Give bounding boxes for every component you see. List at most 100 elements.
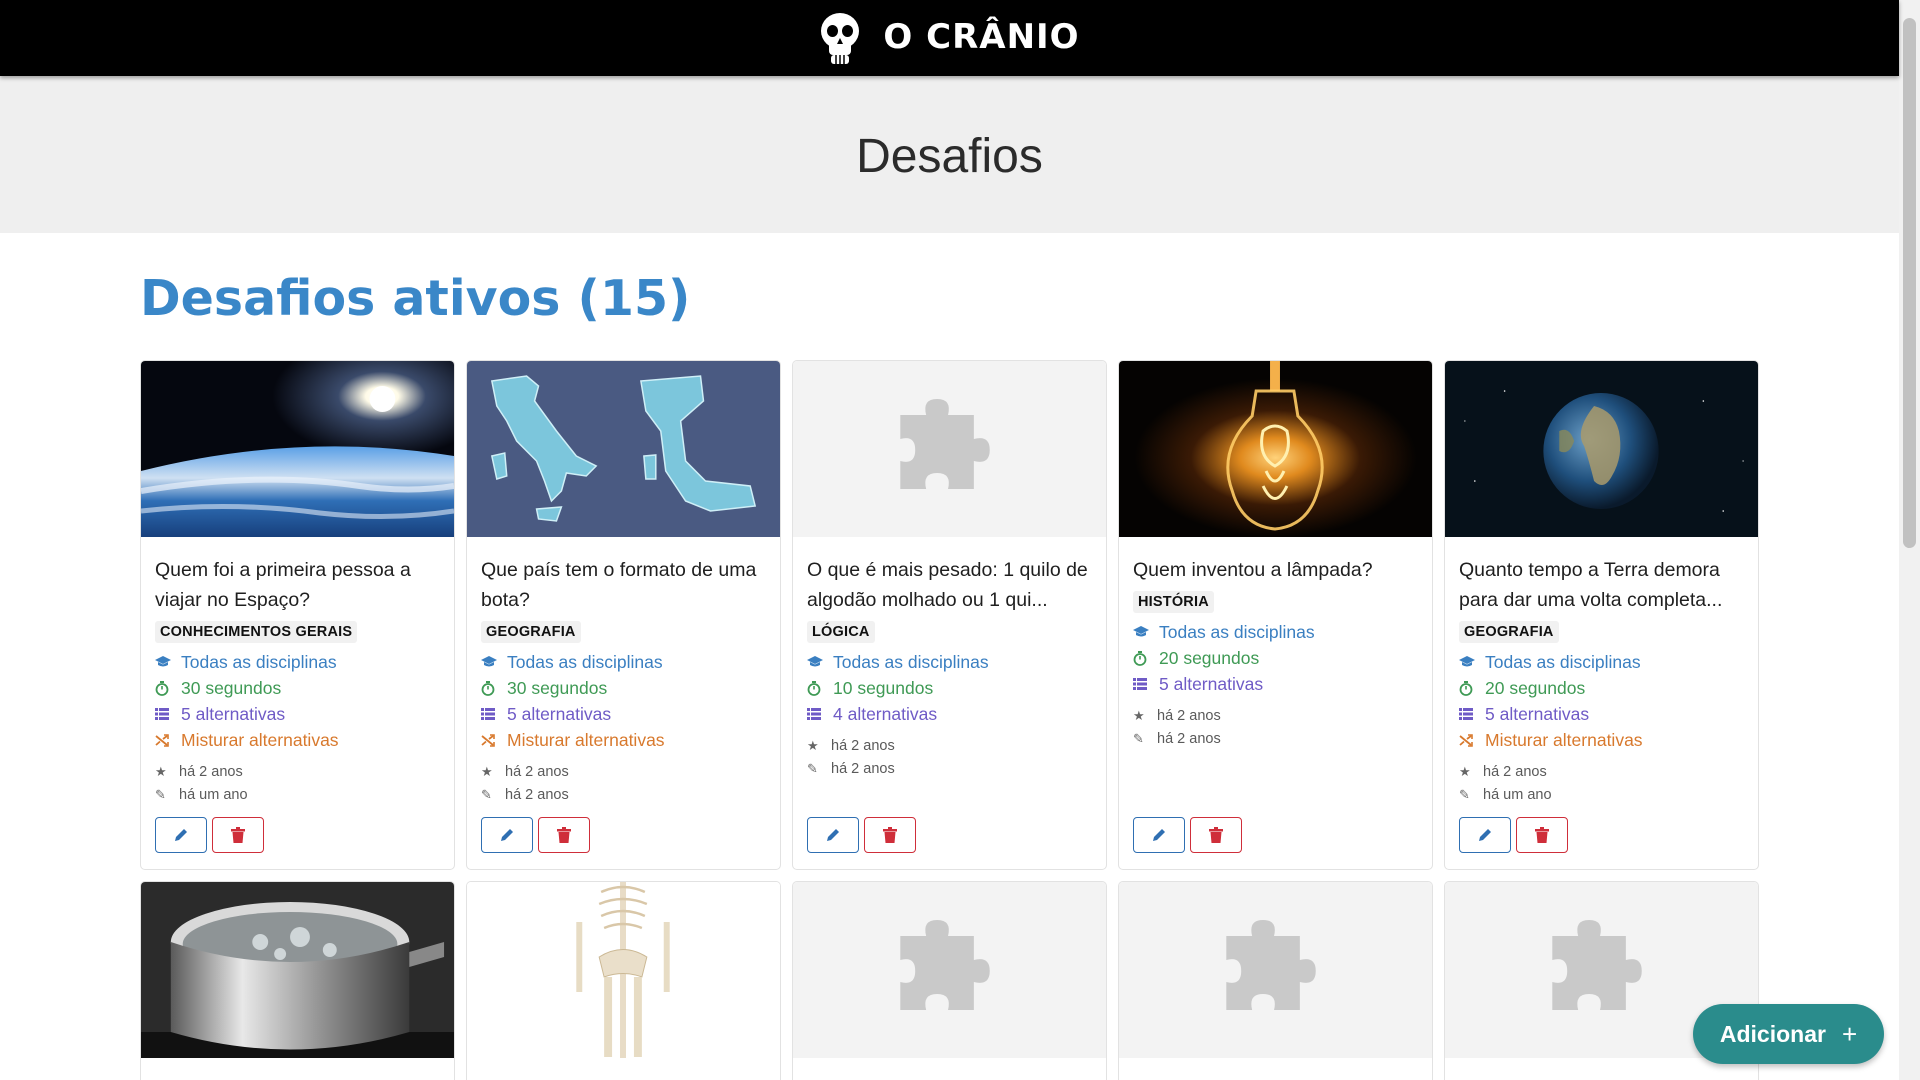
stopwatch-icon	[807, 680, 833, 696]
challenge-image-placeholder	[1119, 882, 1432, 1058]
star-icon: ★	[155, 764, 167, 779]
time-row: 20 segundos	[1459, 675, 1744, 701]
challenge-card[interactable]	[1118, 881, 1433, 1080]
delete-button[interactable]	[538, 817, 590, 853]
alternatives-row: 5 alternativas	[155, 701, 440, 727]
add-challenge-button[interactable]: Adicionar +	[1693, 1004, 1884, 1064]
challenge-card[interactable]: Quanto tempo a Terra demora para dar uma…	[1444, 360, 1759, 870]
scrollbar-thumb[interactable]	[1903, 18, 1916, 548]
pencil-icon: ✎	[1459, 786, 1470, 802]
graduation-cap-icon	[1133, 626, 1159, 638]
edit-button[interactable]	[1459, 817, 1511, 853]
pencil-icon: ✎	[807, 760, 818, 776]
category-tag: CONHECIMENTOS GERAIS	[155, 621, 358, 643]
challenge-title: O que é mais pesado: 1 quilo de algodão …	[807, 559, 1088, 611]
shuffle-row: Misturar alternativas	[155, 727, 440, 753]
list-icon	[155, 708, 181, 720]
challenge-card[interactable]	[466, 881, 781, 1080]
star-icon: ★	[1459, 764, 1471, 779]
stopwatch-icon	[1459, 680, 1485, 696]
delete-button[interactable]	[1516, 817, 1568, 853]
shuffle-row: Misturar alternativas	[481, 727, 766, 753]
challenge-title: Quem inventou a lâmpada?	[1133, 559, 1373, 581]
edit-button[interactable]	[1133, 817, 1185, 853]
star-icon: ★	[807, 738, 819, 753]
challenge-image	[1119, 361, 1432, 537]
challenge-image-placeholder	[793, 882, 1106, 1058]
delete-button[interactable]	[212, 817, 264, 853]
alternatives-row: 5 alternativas	[1133, 671, 1418, 697]
shuffle-icon	[155, 733, 181, 747]
category-tag: LÓGICA	[807, 621, 875, 643]
hero-banner: Desafios	[0, 76, 1899, 233]
challenge-card[interactable]: Que país tem o formato de uma bota? GEOG…	[466, 360, 781, 870]
page-scrollbar[interactable]	[1899, 0, 1920, 1080]
discipline-row: Todas as disciplinas	[481, 649, 766, 675]
star-icon: ★	[1133, 708, 1145, 723]
created-row: ★ há 2 anos	[807, 735, 1092, 758]
challenge-card[interactable]: O que é mais pesado: 1 quilo de algodão …	[792, 360, 1107, 870]
pencil-icon	[1153, 829, 1165, 841]
add-button-label: Adicionar	[1719, 1020, 1826, 1047]
challenge-card[interactable]	[792, 881, 1107, 1080]
graduation-cap-icon	[155, 656, 181, 668]
plus-icon: +	[1841, 1018, 1858, 1049]
edited-row: ✎ há 2 anos	[807, 758, 1092, 781]
delete-button[interactable]	[864, 817, 916, 853]
challenge-image	[1445, 361, 1758, 537]
trash-icon	[1209, 827, 1223, 843]
challenge-card[interactable]: Quem inventou a lâmpada? HISTÓRIA Todas …	[1118, 360, 1433, 870]
alternatives-row: 4 alternativas	[807, 701, 1092, 727]
list-icon	[807, 708, 833, 720]
pencil-icon: ✎	[481, 786, 492, 802]
edit-button[interactable]	[481, 817, 533, 853]
challenge-image	[141, 882, 454, 1058]
shuffle-row: Misturar alternativas	[1459, 727, 1744, 753]
trash-icon	[883, 827, 897, 843]
challenge-title: Quanto tempo a Terra demora para dar uma…	[1459, 559, 1723, 611]
category-tag: GEOGRAFIA	[1459, 621, 1559, 643]
skull-icon	[821, 13, 860, 64]
discipline-row: Todas as disciplinas	[1459, 649, 1744, 675]
graduation-cap-icon	[1459, 656, 1485, 668]
list-icon	[1133, 678, 1159, 690]
challenge-card[interactable]	[140, 881, 455, 1080]
time-row: 30 segundos	[481, 675, 766, 701]
edit-button[interactable]	[807, 817, 859, 853]
challenge-image	[467, 361, 780, 537]
edited-row: ✎ há um ano	[155, 784, 440, 807]
shuffle-icon	[481, 733, 507, 747]
edited-row: ✎ há um ano	[1459, 784, 1744, 807]
pencil-icon	[175, 829, 187, 841]
graduation-cap-icon	[481, 656, 507, 668]
created-row: ★ há 2 anos	[1133, 705, 1418, 728]
alternatives-row: 5 alternativas	[481, 701, 766, 727]
page-title: Desafios	[856, 130, 1043, 183]
stopwatch-icon	[1133, 650, 1159, 666]
pencil-icon	[1479, 829, 1491, 841]
challenge-title: Quem foi a primeira pessoa a viajar no E…	[155, 559, 411, 611]
discipline-row: Todas as disciplinas	[155, 649, 440, 675]
section-title: Desafios ativos (15)	[140, 270, 691, 327]
category-tag: GEOGRAFIA	[481, 621, 581, 643]
discipline-row: Todas as disciplinas	[1133, 619, 1418, 645]
edit-button[interactable]	[155, 817, 207, 853]
trash-icon	[1535, 827, 1549, 843]
challenge-title: Que país tem o formato de uma bota?	[481, 559, 757, 611]
star-icon: ★	[481, 764, 493, 779]
challenges-grid: Quem foi a primeira pessoa a viajar no E…	[140, 360, 1761, 1080]
stopwatch-icon	[481, 680, 507, 696]
trash-icon	[231, 827, 245, 843]
brand[interactable]: O CRÂNIO	[819, 11, 1079, 65]
challenge-card[interactable]: Quem foi a primeira pessoa a viajar no E…	[140, 360, 455, 870]
category-tag: HISTÓRIA	[1133, 591, 1214, 613]
discipline-row: Todas as disciplinas	[807, 649, 1092, 675]
pencil-icon	[501, 829, 513, 841]
pencil-icon: ✎	[155, 786, 166, 802]
brand-name: O CRÂNIO	[883, 17, 1080, 57]
created-row: ★ há 2 anos	[1459, 761, 1744, 784]
edited-row: ✎ há 2 anos	[1133, 728, 1418, 751]
pencil-icon: ✎	[1133, 730, 1144, 746]
delete-button[interactable]	[1190, 817, 1242, 853]
time-row: 10 segundos	[807, 675, 1092, 701]
